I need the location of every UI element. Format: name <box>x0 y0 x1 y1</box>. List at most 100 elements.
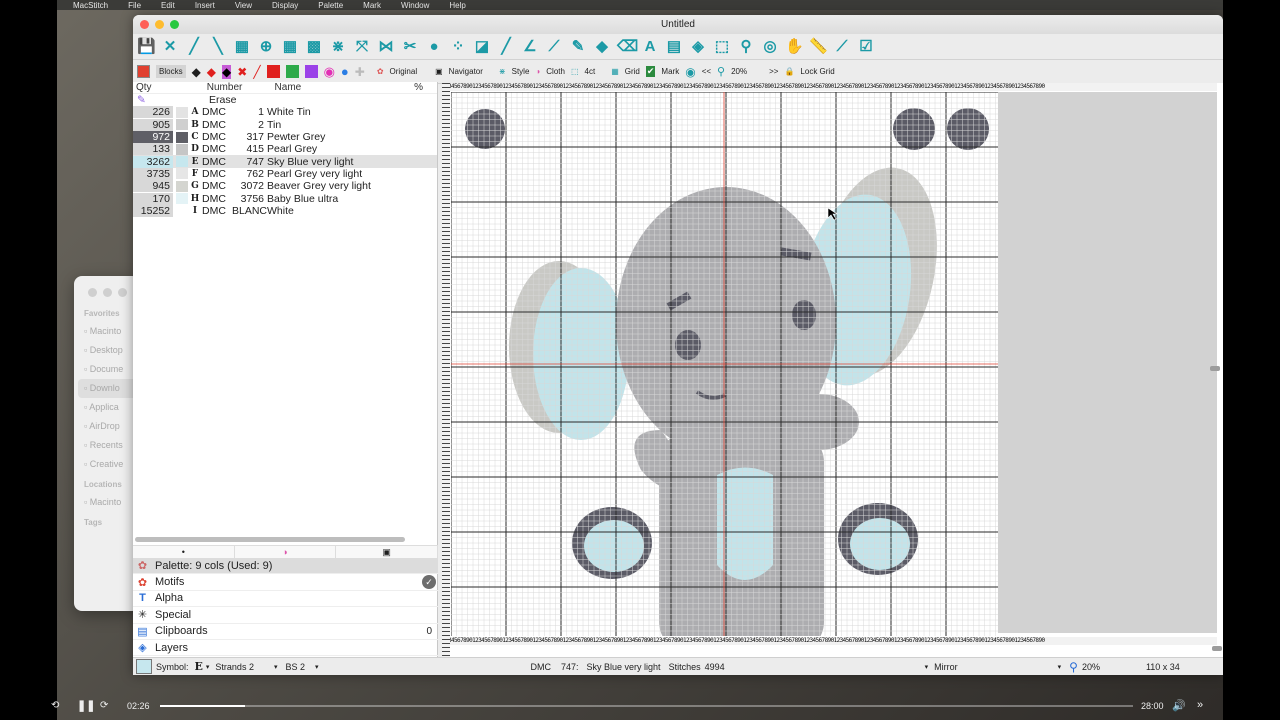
marquee-select-icon[interactable]: ⬚ <box>713 38 731 56</box>
purple-block-icon[interactable] <box>304 65 318 78</box>
line-tool-icon[interactable]: ╱ <box>497 38 515 56</box>
library-item-alpha[interactable]: T Alpha <box>133 591 438 608</box>
save-icon[interactable]: 💾 <box>137 38 156 56</box>
cloth-color-wheel-icon[interactable]: ◑ <box>535 67 540 76</box>
minimize-window-button[interactable] <box>155 20 164 29</box>
full-stitch-tool-icon[interactable]: ✕ <box>161 38 179 56</box>
volume-icon[interactable]: 🔊 <box>1172 699 1186 712</box>
close-window-button[interactable] <box>140 20 149 29</box>
text-tool-icon[interactable]: A <box>641 38 659 56</box>
magnifier-icon[interactable]: ⚲ <box>1069 660 1078 674</box>
mac-menu-item[interactable]: Window <box>401 1 429 10</box>
strands-selector[interactable]: Strands 2 <box>215 662 254 672</box>
palette-row[interactable]: 170 H DMC 3756 Baby Blue ultra <box>133 192 437 205</box>
scissors-icon[interactable]: ✂ <box>401 38 419 56</box>
magic-wand-icon[interactable]: ⚲ <box>737 38 755 56</box>
finder-sidebar-item[interactable]: ▫ AirDrop <box>84 417 140 436</box>
magenta-ring-icon[interactable]: ◉ <box>324 64 335 80</box>
abc-tool-icon[interactable]: ▤ <box>665 38 683 56</box>
lock-grid-button[interactable]: Lock Grid <box>800 67 834 76</box>
bead-icon[interactable]: ● <box>425 38 443 56</box>
red-diamond-icon[interactable]: ◆ <box>207 65 216 79</box>
bucket-icon[interactable]: ◆ <box>593 38 611 56</box>
style-icon[interactable]: ⋇ <box>499 67 506 76</box>
mirror-selector[interactable]: Mirror <box>934 662 958 672</box>
hand-tool-icon[interactable]: ✋ <box>785 38 804 56</box>
selected-color-swatch[interactable] <box>136 659 152 674</box>
horizontal-scrollbar-thumb[interactable] <box>1212 646 1222 651</box>
zoom-out-button[interactable]: << <box>702 67 711 76</box>
needle-icon[interactable]: ⟋ <box>545 38 563 56</box>
current-color-swatch[interactable] <box>137 65 150 78</box>
french-knot-icon[interactable]: ⊕ <box>257 38 275 56</box>
paint-bucket-icon[interactable]: ◈ <box>689 38 707 56</box>
black-diamond-icon[interactable]: ◆ <box>192 65 201 79</box>
mac-menu-item[interactable]: Palette <box>318 1 343 10</box>
count-icon[interactable]: ⬚ <box>571 67 579 76</box>
lasso-icon[interactable]: ◎ <box>761 38 779 56</box>
mac-menu-item[interactable]: MacStitch <box>73 1 108 10</box>
qty-header[interactable]: Qty <box>133 82 177 93</box>
cross-grid-icon[interactable]: ⋇ <box>329 38 347 56</box>
horizontal-scrollbar[interactable] <box>135 537 405 542</box>
percent-header[interactable]: % <box>414 82 437 93</box>
mac-menu-item[interactable]: Insert <box>195 1 215 10</box>
mark-icon[interactable]: ✔ <box>645 66 656 77</box>
original-icon[interactable]: ✿ <box>377 67 384 76</box>
palette-row[interactable]: 3735 F DMC 762 Pearl Grey very light <box>133 167 437 180</box>
finder-sidebar-item[interactable]: ▫ Desktop <box>84 341 140 360</box>
erase-row[interactable]: ✎ Erase <box>133 94 437 106</box>
rewind-icon[interactable]: ⟲ <box>51 700 59 711</box>
finder-sidebar-item[interactable]: ▫ Macinto <box>84 322 140 341</box>
name-header[interactable]: Name <box>275 82 415 93</box>
pen-icon[interactable]: ✎ <box>569 38 587 56</box>
zoom-in-button[interactable]: >> <box>769 67 778 76</box>
finder-sidebar-item[interactable]: ▫ Creative <box>84 455 140 474</box>
grid-icon[interactable]: ▦ <box>611 67 619 76</box>
navigator-button[interactable]: Navigator <box>449 67 483 76</box>
finder-sidebar-item[interactable]: ▫ Downlo <box>78 379 140 398</box>
library-item-layers[interactable]: ◈ Layers <box>133 640 438 657</box>
finder-sidebar-item[interactable]: ▫ Recents <box>84 436 140 455</box>
image-view-tab[interactable]: ▣ <box>336 546 439 558</box>
palette-row[interactable]: 133 D DMC 415 Pearl Grey <box>133 143 437 156</box>
quarter-stitch-icon[interactable]: ▦ <box>233 38 251 56</box>
number-header[interactable]: Number <box>207 82 275 93</box>
pause-icon[interactable]: ❚❚ <box>77 699 95 712</box>
library-item-special[interactable]: ✳ Special <box>133 607 438 624</box>
pattern-grid-icon[interactable]: ▩ <box>305 38 323 56</box>
dot-view-tab[interactable]: • <box>133 546 235 558</box>
mac-menu-item[interactable]: Mark <box>363 1 381 10</box>
original-button[interactable]: Original <box>390 67 418 76</box>
mark-button[interactable]: Mark <box>661 67 679 76</box>
library-item-clipboards[interactable]: ▤ Clipboards 0 <box>133 624 438 640</box>
palette-row[interactable]: 3262 E DMC 747 Sky Blue very light <box>133 155 437 168</box>
progress-bar[interactable] <box>160 705 1133 707</box>
purple-diamond-icon[interactable]: ◆ <box>222 64 232 79</box>
palette-row[interactable]: 905 B DMC 2 Tin <box>133 118 437 131</box>
finder-sidebar-item[interactable]: ▫ Docume <box>84 360 140 379</box>
expand-icon[interactable]: ⤧ <box>353 38 371 56</box>
mac-menu-item[interactable]: View <box>235 1 252 10</box>
red-block-icon[interactable] <box>266 65 280 78</box>
vertical-scrollbar-thumb[interactable] <box>1210 366 1220 371</box>
chevron-down-icon[interactable]: ▾ <box>925 663 929 671</box>
mac-menu-item[interactable]: Edit <box>161 1 175 10</box>
finder-sidebar-item[interactable]: ▫ Macinto <box>84 493 140 512</box>
chevron-down-icon[interactable]: ▾ <box>315 663 319 671</box>
link-icon[interactable]: ⋈ <box>377 38 395 56</box>
checkmark-icon[interactable]: ☑ <box>857 38 875 56</box>
backstitch-strands-selector[interactable]: BS 2 <box>285 662 305 672</box>
eyedropper-icon[interactable]: ⟋ <box>833 38 851 56</box>
blocks-button[interactable]: Blocks <box>156 65 186 78</box>
cloth-button[interactable]: Cloth <box>546 67 565 76</box>
navigator-icon[interactable]: ▣ <box>435 67 443 76</box>
grey-cross-icon[interactable]: ✚ <box>355 65 365 79</box>
library-item-motifs[interactable]: ✿ Motifs ✓ <box>133 574 438 591</box>
fill-grid-icon[interactable]: ▦ <box>281 38 299 56</box>
shape-icon[interactable]: ◪ <box>473 38 491 56</box>
mac-menu-item[interactable]: Help <box>449 1 465 10</box>
beads-icon[interactable]: ⁘ <box>449 38 467 56</box>
red-cross-icon[interactable]: ✖ <box>237 65 247 79</box>
chevron-down-icon[interactable]: ▾ <box>206 663 210 671</box>
